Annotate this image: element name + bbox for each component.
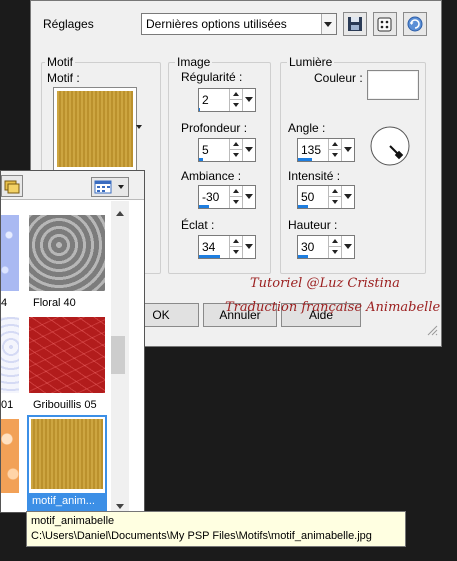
- tile-caption: 01: [1, 399, 14, 411]
- regularity-label: Régularité :: [181, 70, 243, 84]
- randomize-button[interactable]: [373, 12, 397, 36]
- chevron-down-icon: [118, 185, 124, 189]
- height-value: 30: [301, 240, 315, 254]
- picker-scrollbar[interactable]: [111, 201, 129, 512]
- folders-icon: [4, 180, 20, 194]
- pattern-tile-snowflake[interactable]: [1, 215, 19, 291]
- save-preset-button[interactable]: [343, 12, 367, 36]
- spin-up-icon[interactable]: [230, 236, 242, 247]
- tooltip-name: motif_animabelle: [31, 515, 115, 527]
- tile-caption: Floral 40: [33, 297, 76, 309]
- pattern-tile-light-blue[interactable]: [1, 317, 19, 393]
- scroll-up-icon[interactable]: [116, 211, 124, 216]
- light-color-label: Couleur :: [314, 71, 363, 85]
- tile-caption: Gribouillis 05: [33, 399, 97, 411]
- save-icon: [348, 17, 362, 31]
- angle-dial[interactable]: [369, 125, 411, 167]
- chevron-down-icon: [136, 125, 142, 129]
- intensity-value: 50: [301, 190, 315, 204]
- light-color-fill: [369, 72, 417, 98]
- ambience-label: Ambiance :: [181, 169, 242, 183]
- resize-grip-icon[interactable]: [426, 324, 438, 336]
- reset-icon: [407, 16, 423, 32]
- chevron-down-icon[interactable]: [242, 89, 255, 111]
- motif-field-label: Motif :: [47, 71, 80, 85]
- spin-up-icon[interactable]: [230, 89, 242, 100]
- pattern-tile-gribouillis-05[interactable]: [29, 317, 105, 393]
- pattern-tile-floral-40[interactable]: [29, 215, 105, 291]
- dice-icon: [377, 17, 392, 32]
- motif-dropdown-arrow[interactable]: [135, 87, 145, 169]
- presets-label: Réglages: [43, 17, 94, 31]
- spin-down-icon[interactable]: [329, 247, 341, 257]
- spin-down-icon[interactable]: [230, 197, 242, 207]
- spin-down-icon[interactable]: [230, 150, 242, 160]
- presets-dropdown[interactable]: Dernières options utilisées: [141, 13, 337, 35]
- regularity-level-bar: [199, 108, 200, 111]
- spin-up-icon[interactable]: [230, 139, 242, 150]
- motif-preview: [57, 91, 133, 167]
- tile-caption: 4: [1, 297, 8, 309]
- spin-up-icon[interactable]: [230, 186, 242, 197]
- chevron-down-icon[interactable]: [341, 186, 354, 208]
- motif-swatch[interactable]: [53, 87, 137, 171]
- view-mode-button[interactable]: [91, 177, 129, 197]
- image-group-label: Image: [175, 55, 213, 69]
- light-color-swatch[interactable]: [367, 70, 419, 100]
- ambience-value: -30: [202, 190, 220, 204]
- grid-view-icon: [94, 180, 112, 194]
- chevron-down-icon[interactable]: [242, 139, 255, 161]
- tooltip-path: C:\Users\Daniel\Documents\My PSP Files\M…: [31, 530, 372, 542]
- spin-up-icon[interactable]: [329, 186, 341, 197]
- pattern-tile-motif-animabelle: [31, 419, 103, 489]
- tile-caption: motif_anim...: [32, 495, 95, 507]
- pattern-tile-orange[interactable]: [1, 419, 19, 493]
- chevron-down-icon[interactable]: [242, 236, 255, 258]
- spin-up-icon[interactable]: [329, 236, 341, 247]
- scroll-thumb[interactable]: [111, 336, 125, 374]
- light-group-label: Lumière: [287, 55, 335, 69]
- spin-down-icon[interactable]: [329, 197, 341, 207]
- file-tooltip: motif_animabelle C:\Users\Daniel\Documen…: [26, 511, 406, 547]
- chevron-down-icon[interactable]: [242, 186, 255, 208]
- angle-level-bar: [298, 158, 312, 161]
- scroll-down-icon[interactable]: [116, 504, 124, 509]
- chevron-down-icon[interactable]: [341, 236, 354, 258]
- ambience-level-bar: [199, 205, 209, 208]
- intensity-label: Intensité :: [288, 169, 341, 183]
- spin-down-icon[interactable]: [230, 100, 242, 110]
- browse-folder-button[interactable]: [1, 175, 23, 197]
- spin-up-icon[interactable]: [329, 139, 341, 150]
- depth-spinbox[interactable]: 5: [198, 138, 256, 162]
- presets-value: Dernières options utilisées: [146, 17, 287, 31]
- credit-line-1: Tutoriel @Luz Cristina: [250, 276, 400, 291]
- credit-line-2: Traduction française Animabelle: [225, 300, 441, 315]
- pattern-tile-selected[interactable]: motif_anim...: [27, 415, 107, 513]
- chevron-down-icon[interactable]: [321, 14, 336, 34]
- depth-value: 5: [202, 143, 209, 157]
- picker-toolbar: [1, 171, 144, 200]
- height-level-bar: [298, 255, 308, 258]
- pattern-picker-popup: 4 Floral 40 01 Gribouillis 05 motif_anim…: [0, 170, 145, 513]
- eclat-level-bar: [199, 255, 220, 258]
- depth-level-bar: [199, 158, 203, 161]
- spin-down-icon[interactable]: [230, 247, 242, 257]
- eclat-label: Éclat :: [181, 218, 215, 232]
- chevron-down-icon[interactable]: [341, 139, 354, 161]
- height-label: Hauteur :: [288, 218, 338, 232]
- spin-down-icon[interactable]: [329, 150, 341, 160]
- intensity-level-bar: [298, 205, 308, 208]
- reset-button[interactable]: [403, 12, 427, 36]
- regularity-spinbox[interactable]: 2: [198, 88, 256, 112]
- regularity-value: 2: [202, 93, 209, 107]
- motif-group-label: Motif: [45, 55, 76, 69]
- angle-value: 135: [301, 143, 322, 157]
- depth-label: Profondeur :: [181, 121, 248, 135]
- eclat-value: 34: [202, 240, 216, 254]
- angle-label: Angle :: [288, 121, 326, 135]
